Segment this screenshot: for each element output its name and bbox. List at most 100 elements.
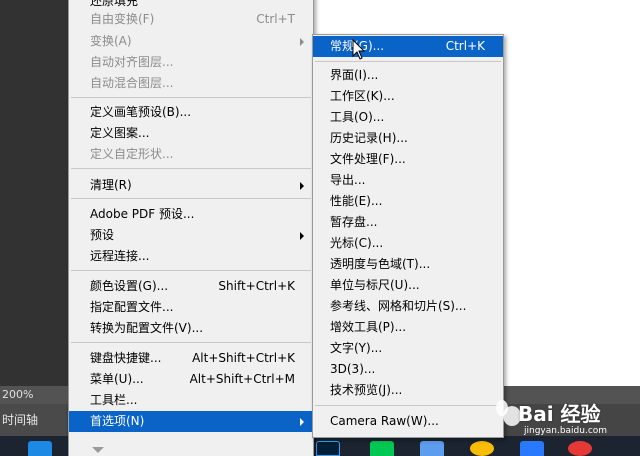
menu-item-toolbar[interactable]: 工具栏...	[69, 390, 313, 411]
menu-item-label: 颜色设置(G)...	[90, 279, 169, 293]
menu-separator	[71, 198, 311, 199]
submenu-arrow-icon	[300, 418, 304, 426]
menu-item-label: 工具栏...	[90, 393, 138, 407]
submenu-item-3d[interactable]: 3D(3)...	[313, 359, 503, 380]
submenu-item-plugins[interactable]: 增效工具(P)...	[313, 317, 503, 338]
menu-item-transform[interactable]: 变换(A)	[69, 31, 313, 52]
iqiyi-icon[interactable]	[370, 441, 394, 456]
app-icon[interactable]	[28, 441, 52, 456]
menu-separator	[71, 270, 311, 271]
edit-menu: 还原填充 自由变换(F) Ctrl+T 变换(A) 自动对齐图层... 自动混合图…	[68, 0, 314, 456]
submenu-item-history[interactable]: 历史记录(H)...	[313, 128, 503, 149]
menu-item-preferences[interactable]: 首选项(N)	[69, 411, 313, 432]
menu-item-assign-profile[interactable]: 指定配置文件...	[69, 297, 313, 318]
menu-item-label: 光标(C)...	[330, 236, 384, 250]
menu-item-label: 工具(O)...	[330, 110, 385, 124]
submenu-item-scratch-disks[interactable]: 暂存盘...	[313, 212, 503, 233]
menu-item-label: 预设	[90, 228, 115, 242]
submenu-item-cursors[interactable]: 光标(C)...	[313, 233, 503, 254]
menu-item-label: 定义画笔预设(B)...	[90, 105, 192, 119]
menu-item-label: Camera Raw(W)...	[330, 414, 439, 428]
submenu-item-guides-grid[interactable]: 参考线、网格和切片(S)...	[313, 296, 503, 317]
menu-separator	[71, 168, 311, 169]
menu-item-label: 键盘快捷键...	[90, 351, 162, 365]
watermark-url: jingyan.baidu.com	[524, 426, 608, 436]
menu-item-label: 透明度与色域(T)...	[330, 257, 431, 271]
menu-item-keyboard-shortcuts[interactable]: 键盘快捷键... Alt+Shift+Ctrl+K	[69, 348, 313, 369]
menu-item-define-pattern[interactable]: 定义图案...	[69, 123, 313, 144]
submenu-item-export[interactable]: 导出...	[313, 170, 503, 191]
watermark-text: Bai 经验	[518, 402, 601, 426]
menu-item-purge[interactable]: 清理(R)	[69, 175, 313, 196]
menu-item-shortcut: Alt+Shift+Ctrl+M	[189, 372, 295, 386]
tab-timeline[interactable]: 时间轴	[0, 404, 66, 436]
mouse-cursor-icon	[352, 39, 366, 60]
menu-separator	[315, 61, 501, 62]
menu-item-label: 自动混合图层...	[90, 76, 174, 90]
menu-item-label: 文字(Y)...	[330, 341, 383, 355]
menu-item-shortcut: Shift+Ctrl+K	[218, 279, 295, 293]
menu-item-label: 单位与标尺(U)...	[330, 278, 420, 292]
menu-item-label: 文件处理(F)...	[330, 152, 406, 166]
menu-item-label: 菜单(U)...	[90, 372, 144, 386]
menu-item-label: 暂存盘...	[330, 215, 378, 229]
menu-item-free-transform[interactable]: 自由变换(F) Ctrl+T	[69, 9, 313, 30]
menu-item-label: 性能(E)...	[330, 194, 383, 208]
menu-item-remote-connections[interactable]: 远程连接...	[69, 246, 313, 267]
menu-item-auto-blend-layers[interactable]: 自动混合图层...	[69, 73, 313, 94]
menu-item-define-brush[interactable]: 定义画笔预设(B)...	[69, 102, 313, 123]
menu-item-label: 界面(I)...	[330, 68, 379, 82]
menu-separator	[71, 342, 311, 343]
menu-item-auto-align-layers[interactable]: 自动对齐图层...	[69, 52, 313, 73]
menu-item-shortcut: Ctrl+T	[256, 12, 295, 26]
chrome-icon[interactable]	[470, 441, 494, 456]
scroll-down-icon[interactable]	[92, 447, 104, 453]
menu-item-label: 远程连接...	[90, 249, 150, 263]
submenu-item-interface[interactable]: 界面(I)...	[313, 65, 503, 86]
menu-item-label: 导出...	[330, 173, 366, 187]
submenu-item-tools[interactable]: 工具(O)...	[313, 107, 503, 128]
submenu-arrow-icon	[300, 182, 304, 190]
menu-item-presets[interactable]: 预设	[69, 225, 313, 246]
submenu-item-type[interactable]: 文字(Y)...	[313, 338, 503, 359]
zoom-level[interactable]: 200%	[2, 388, 33, 401]
submenu-item-workspace[interactable]: 工作区(K)...	[313, 86, 503, 107]
menu-item-label: 技术预览(J)...	[330, 383, 403, 397]
menu-item-label: 首选项(N)	[90, 414, 145, 428]
submenu-item-units-rulers[interactable]: 单位与标尺(U)...	[313, 275, 503, 296]
menu-item-define-shape[interactable]: 定义自定形状...	[69, 144, 313, 165]
menu-item-label: Adobe PDF 预设...	[90, 207, 195, 221]
menu-item-shortcut: Ctrl+K	[445, 39, 485, 53]
menu-item-label: 还原填充	[90, 0, 139, 8]
menu-item-label: 定义自定形状...	[90, 147, 174, 161]
menu-item-label: 转换为配置文件(V)...	[90, 321, 204, 335]
menu-item-label: 参考线、网格和切片(S)...	[330, 299, 467, 313]
menu-item-shortcut: Alt+Shift+Ctrl+K	[192, 351, 295, 365]
menu-separator	[315, 405, 501, 406]
submenu-item-tech-preview[interactable]: 技术预览(J)...	[313, 380, 503, 401]
menu-separator	[71, 97, 311, 98]
app-icon[interactable]	[420, 441, 444, 456]
menu-item-menus[interactable]: 菜单(U)... Alt+Shift+Ctrl+M	[69, 369, 313, 390]
menu-item-convert-profile[interactable]: 转换为配置文件(V)...	[69, 318, 313, 339]
submenu-item-camera-raw[interactable]: Camera Raw(W)...	[313, 411, 503, 432]
menu-item-label: 变换(A)	[90, 34, 132, 48]
submenu-item-performance[interactable]: 性能(E)...	[313, 191, 503, 212]
photoshop-icon[interactable]	[316, 441, 340, 456]
submenu-item-transparency[interactable]: 透明度与色域(T)...	[313, 254, 503, 275]
menu-item-label: 清理(R)	[90, 178, 132, 192]
app-icon[interactable]	[568, 441, 592, 456]
menu-item-label: 历史记录(H)...	[330, 131, 408, 145]
menu-item-pdf-presets[interactable]: Adobe PDF 预设...	[69, 204, 313, 225]
menu-item-label: 自动对齐图层...	[90, 55, 174, 69]
menu-item-color-settings[interactable]: 颜色设置(G)... Shift+Ctrl+K	[69, 276, 313, 297]
submenu-item-general[interactable]: 常规(G)...Ctrl+K	[313, 36, 503, 57]
menu-item-label: 指定配置文件...	[90, 300, 174, 314]
submenu-arrow-icon	[300, 232, 304, 240]
app-icon[interactable]	[520, 441, 544, 456]
menu-item-label: 定义图案...	[90, 126, 150, 140]
preferences-submenu: 常规(G)...Ctrl+K 界面(I)... 工作区(K)... 工具(O).…	[312, 34, 504, 438]
submenu-item-file-handling[interactable]: 文件处理(F)...	[313, 149, 503, 170]
menu-item-label: 增效工具(P)...	[330, 320, 407, 334]
submenu-arrow-icon	[300, 38, 304, 46]
